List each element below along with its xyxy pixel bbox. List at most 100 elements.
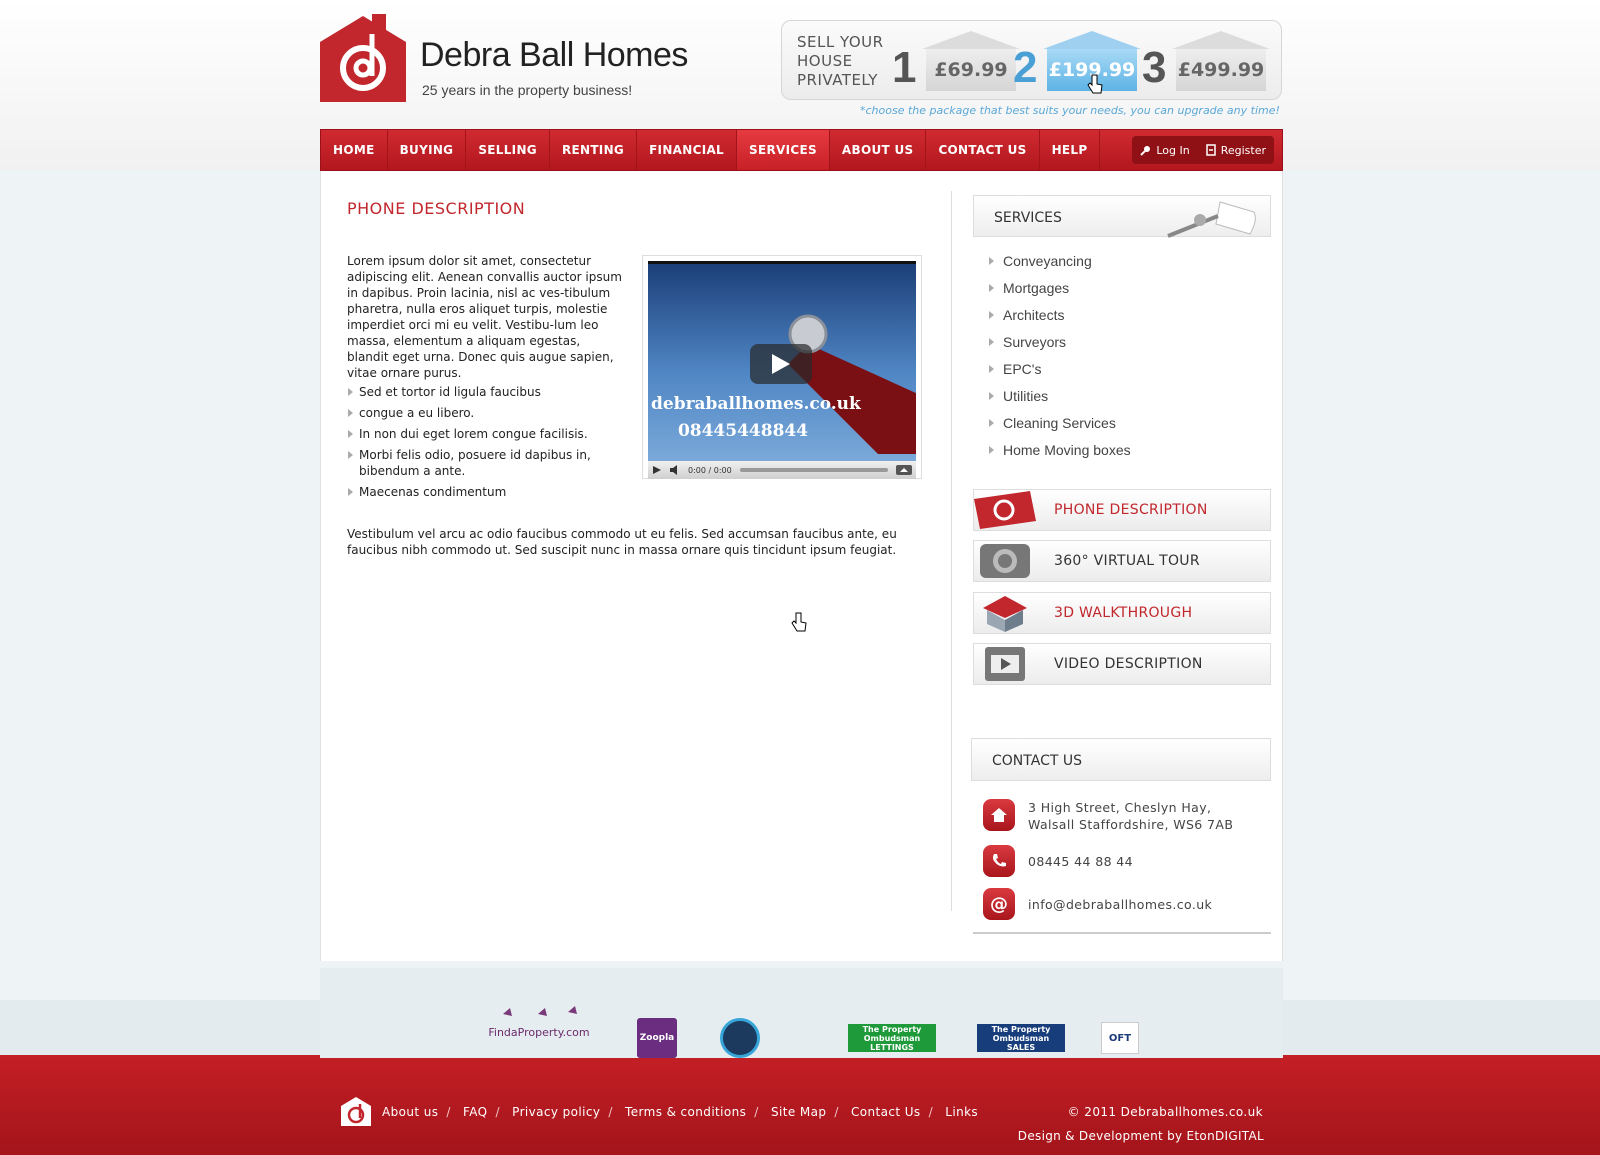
key-icon [1167, 201, 1256, 238]
findaproperty-logo[interactable]: FindaProperty.com [484, 1022, 594, 1042]
nav-services[interactable]: SERVICES [737, 130, 830, 170]
page-title: PHONE DESCRIPTION [347, 199, 526, 218]
play-icon [772, 354, 790, 374]
package-price: £69.99 [926, 49, 1016, 91]
service-link[interactable]: Mortgages [989, 280, 1131, 307]
button-label: 3D WALKTHROUGH [1054, 605, 1193, 621]
second-paragraph: Vestibulum vel arcu ac odio faucibus com… [347, 527, 897, 557]
service-link[interactable]: Architects [989, 307, 1131, 334]
nav-home[interactable]: HOME [321, 130, 388, 170]
package-house: £69.99 [922, 31, 1020, 91]
credit[interactable]: Design & Development by EtonDIGITAL [1018, 1129, 1264, 1143]
button-label: 360° VIRTUAL TOUR [1054, 553, 1200, 569]
oft-logo[interactable]: OFT [1101, 1022, 1139, 1054]
footer-link-links[interactable]: Links [945, 1105, 978, 1119]
register-label: Register [1220, 143, 1266, 157]
birds-icon [503, 1006, 577, 1016]
phone-text[interactable]: 08445 44 88 44 [1028, 853, 1133, 870]
package-number: 2 [1013, 43, 1038, 92]
play-button[interactable] [750, 344, 812, 384]
promo-note: *choose the package that best suits your… [860, 104, 1280, 117]
hand-cursor-icon [1087, 74, 1103, 94]
phone-description-button[interactable]: PHONE DESCRIPTION [973, 489, 1271, 531]
list-item: In non dui eget lorem congue facilisis. [347, 426, 622, 442]
ombudsman-sales-logo[interactable]: The Property Ombudsman SALES [977, 1024, 1065, 1052]
3d-house-icon [974, 593, 1036, 633]
fullscreen-icon[interactable] [896, 465, 912, 475]
service-link[interactable]: Utilities [989, 388, 1131, 415]
footer-link-about[interactable]: About us [382, 1105, 438, 1119]
footer-link-terms[interactable]: Terms & conditions [625, 1105, 746, 1119]
primelocation-logo[interactable] [720, 1018, 760, 1058]
contact-address: 3 High Street, Cheslyn Hay, Walsall Staff… [983, 799, 1233, 833]
home-icon [983, 799, 1015, 831]
address-line-2: Walsall Staffordshire, WS6 7AB [1028, 817, 1234, 832]
package-number: 1 [892, 43, 917, 92]
copyright: © 2011 Debraballhomes.co.uk [1067, 1105, 1263, 1119]
sell-privately-promo: SELL YOUR HOUSE PRIVATELY 1 £69.99 2 £19… [781, 20, 1282, 100]
sidebar-divider [973, 932, 1271, 934]
footer-link-privacy[interactable]: Privacy policy [512, 1105, 600, 1119]
nav-about-us[interactable]: ABOUT US [830, 130, 927, 170]
video-description-button[interactable]: VIDEO DESCRIPTION [973, 643, 1271, 685]
nav-contact-us[interactable]: CONTACT US [926, 130, 1040, 170]
video-controls: 0:00 / 0:00 [648, 461, 916, 479]
main-nav: HOME BUYING SELLING RENTING FINANCIAL SE… [320, 129, 1283, 171]
list-item: Sed et tortor id ligula faucibus [347, 384, 622, 400]
list-item: Maecenas condimentum [347, 484, 622, 500]
login-link[interactable]: Log In [1132, 136, 1197, 164]
logo-subtext: LETTINGS [870, 1042, 914, 1052]
package-house: £499.99 [1172, 31, 1270, 91]
column-divider [951, 191, 952, 911]
main-content: PHONE DESCRIPTION Lorem ipsum dolor sit … [320, 171, 1283, 961]
bullet-list: Sed et tortor id ligula faucibus congue … [347, 384, 622, 505]
footer-logo[interactable] [341, 1096, 371, 1126]
video-time: 0:00 / 0:00 [688, 465, 732, 475]
brand-logo[interactable] [320, 14, 406, 102]
brand-name: Debra Ball Homes [420, 36, 688, 74]
key-icon [1140, 145, 1151, 156]
nav-help[interactable]: HELP [1040, 130, 1101, 170]
register-icon [1205, 144, 1216, 156]
email-text[interactable]: info@debraballhomes.co.uk [1028, 896, 1212, 913]
address-text: 3 High Street, Cheslyn Hay, Walsall Staff… [1028, 799, 1233, 833]
video-seek-bar[interactable] [739, 468, 888, 472]
nav-selling[interactable]: SELLING [466, 130, 550, 170]
service-link[interactable]: Home Moving boxes [989, 442, 1131, 469]
hand-cursor-icon [791, 612, 807, 632]
service-link[interactable]: Conveyancing [989, 253, 1131, 280]
volume-icon[interactable] [670, 465, 682, 475]
footer-links: About us / FAQ / Privacy policy / Terms & c… [382, 1105, 979, 1119]
contact-phone: 08445 44 88 44 [983, 845, 1133, 877]
phone-icon [983, 845, 1015, 877]
nav-renting[interactable]: RENTING [550, 130, 638, 170]
video-url-text: debraballhomes.co.uk [651, 394, 861, 414]
service-link[interactable]: EPC's [989, 361, 1131, 388]
video-phone-text: 08445448844 [677, 421, 809, 441]
footer-link-contact[interactable]: Contact Us [851, 1105, 921, 1119]
3d-walkthrough-button[interactable]: 3D WALKTHROUGH [973, 592, 1271, 634]
video-screen[interactable]: debraballhomes.co.uk 08445448844 [648, 261, 916, 461]
footer-link-sitemap[interactable]: Site Map [771, 1105, 826, 1119]
video-player[interactable]: debraballhomes.co.uk 08445448844 0:00 / … [642, 255, 922, 479]
promo-text: SELL YOUR HOUSE PRIVATELY [797, 33, 884, 89]
brand-tagline: 25 years in the property business! [422, 82, 633, 98]
film-icon [974, 644, 1036, 684]
button-label: PHONE DESCRIPTION [1054, 502, 1208, 518]
login-label: Log In [1156, 143, 1190, 157]
auth-box: Log In Register [1132, 136, 1274, 164]
register-link[interactable]: Register [1198, 136, 1274, 164]
zoopla-logo[interactable]: Zoopla [637, 1018, 677, 1058]
footer-link-faq[interactable]: FAQ [463, 1105, 487, 1119]
service-link[interactable]: Surveyors [989, 334, 1131, 361]
nav-financial[interactable]: FINANCIAL [637, 130, 738, 170]
services-heading: SERVICES [973, 195, 1271, 238]
service-link[interactable]: Cleaning Services [989, 415, 1131, 442]
button-label: VIDEO DESCRIPTION [1054, 656, 1203, 672]
services-list: Conveyancing Mortgages Architects Survey… [989, 253, 1131, 469]
ombudsman-lettings-logo[interactable]: The Property Ombudsman LETTINGS [848, 1024, 936, 1052]
nav-buying[interactable]: BUYING [388, 130, 467, 170]
virtual-tour-button[interactable]: 360° VIRTUAL TOUR [973, 540, 1271, 582]
play-icon[interactable] [652, 465, 662, 475]
contact-email: @ info@debraballhomes.co.uk [983, 888, 1212, 920]
